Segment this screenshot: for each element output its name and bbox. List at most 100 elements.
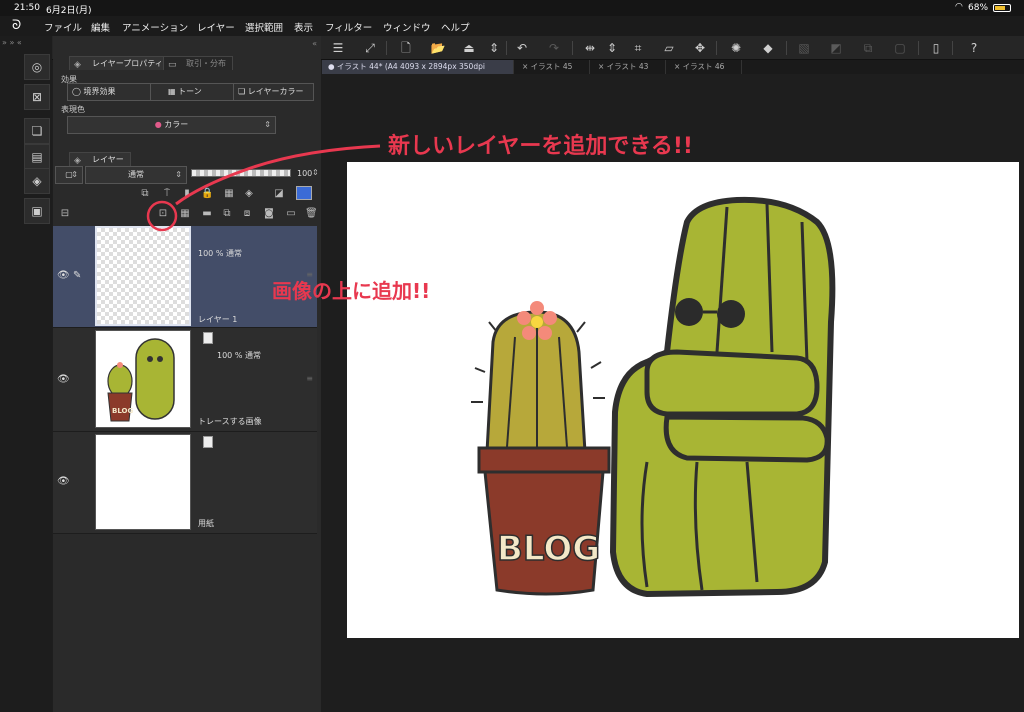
tab-layer[interactable]: ◈ レイヤー xyxy=(69,152,131,166)
doc-tab-active[interactable]: ● イラスト 44* (A4 4093 x 2894px 350dpi 44.0… xyxy=(322,60,514,85)
fit-canvas-icon[interactable]: ⤢ xyxy=(362,40,378,56)
tab-distribution[interactable]: ▭ 取引・分布 xyxy=(163,56,233,70)
layer-mask-icon[interactable]: ◙ xyxy=(263,208,275,220)
pot-text: BLOG xyxy=(497,529,600,569)
move-icon[interactable]: ✥ xyxy=(692,40,708,56)
menu-view[interactable]: 表示 xyxy=(294,20,313,34)
save-panel-icon[interactable]: ▣ xyxy=(24,198,50,224)
cactus-illustration: BLOG xyxy=(471,196,836,597)
redo-icon[interactable]: ↷ xyxy=(546,40,562,56)
open-folder-icon[interactable]: 📂 xyxy=(430,40,446,56)
app-logo-icon[interactable]: ᘐ xyxy=(12,18,28,34)
toolbar-stepper-icon[interactable]: ⇕ xyxy=(486,40,502,56)
status-time: 21:50 xyxy=(14,3,40,13)
doc-tab[interactable]: × イラスト 45 xyxy=(516,60,590,74)
layer-menu-icon[interactable]: ⊟ xyxy=(59,208,71,220)
menu-selection[interactable]: 選択範囲 xyxy=(245,20,283,34)
canvas[interactable]: BLOG xyxy=(347,162,1019,638)
eye-icon[interactable]: 👁 xyxy=(57,374,70,385)
battery-percent: 68% xyxy=(968,3,989,13)
new-folder-icon[interactable]: ▬ xyxy=(201,208,213,220)
apply-mask-icon[interactable]: ▭ xyxy=(285,208,297,220)
draft-icon[interactable]: ▮ xyxy=(181,188,193,200)
delete-layer-icon[interactable]: 🗑 xyxy=(305,208,318,220)
tone-button[interactable]: ▦ トーン xyxy=(168,84,202,100)
clear-icon[interactable]: ▧ xyxy=(796,40,812,56)
doc-tab[interactable]: × イラスト 46 xyxy=(668,60,742,74)
menu-help[interactable]: ヘルプ xyxy=(441,20,470,34)
layer-row-trace-image[interactable]: 👁 BLOG 100 % 通常 トレースする画像 ≡ xyxy=(53,328,317,432)
save-icon[interactable]: ⏏ xyxy=(461,40,477,56)
opacity-stepper-icon[interactable]: ⇕ xyxy=(312,168,319,177)
menu-layer[interactable]: レイヤー xyxy=(197,20,235,34)
doc-tab[interactable]: × イラスト 43 xyxy=(592,60,666,74)
menu-edit[interactable]: 編集 xyxy=(91,20,110,34)
menu-animation[interactable]: アニメーション xyxy=(122,20,188,34)
gradient-icon[interactable]: ◩ xyxy=(828,40,844,56)
new-vector-layer-icon[interactable]: ▦ xyxy=(179,208,191,220)
frame-icon[interactable]: ▢ xyxy=(892,40,908,56)
blend-mode-dropdown[interactable]: 通常 ⇕ xyxy=(85,166,187,184)
layer-merge-icon[interactable]: ⧉ xyxy=(860,40,876,56)
opacity-slider[interactable] xyxy=(191,169,291,177)
menu-window[interactable]: ウィンドウ xyxy=(383,20,431,34)
border-effect-button[interactable]: ◯ 境界効果 xyxy=(72,84,116,100)
lock-transparent-icon[interactable]: ▦ xyxy=(223,188,235,200)
display-color-label: 表現色 xyxy=(61,105,85,114)
loading-icon[interactable]: ✺ xyxy=(728,40,744,56)
hamburger-menu-icon[interactable]: ☰ xyxy=(330,40,346,56)
reference-icon[interactable]: ⍑ xyxy=(161,188,173,200)
layer-panel-icon[interactable]: ◈ xyxy=(24,168,50,194)
copy-layer-icon[interactable]: ⧉ xyxy=(221,208,233,220)
help-icon[interactable]: ? xyxy=(966,40,982,56)
eye-icon[interactable]: 👁 xyxy=(57,270,70,281)
transform-icon[interactable]: ▱ xyxy=(661,40,677,56)
display-color-dropdown[interactable]: ● カラー ⇕ xyxy=(67,116,276,134)
navigator-icon[interactable]: ◎ xyxy=(24,54,50,80)
blend-chevron-icon: ⇕ xyxy=(175,170,182,179)
new-raster-layer-icon[interactable]: ⊡ xyxy=(157,208,169,220)
menu-file[interactable]: ファイル xyxy=(44,20,82,34)
lock-icon[interactable]: 🔒 xyxy=(201,188,213,200)
opacity-value[interactable]: 100 xyxy=(297,169,312,178)
flip-horizontal-icon[interactable]: ⇹ xyxy=(582,40,598,56)
undo-icon[interactable]: ↶ xyxy=(514,40,530,56)
menu-bar: ᘐ ファイル 編集 アニメーション レイヤー 選択範囲 表示 フィルター ウィン… xyxy=(0,16,1024,36)
cactus-thumbnail-icon: BLOG xyxy=(96,331,190,427)
tool-sidebar: » » « ◎ ⊠ ❏ ▤ ◈ ▣ xyxy=(0,36,52,712)
layer-thumbnail: BLOG xyxy=(95,330,191,428)
palette-color-icon[interactable]: ◪ xyxy=(273,188,285,200)
smartphone-icon[interactable]: ▯ xyxy=(928,40,944,56)
layer-info: 100 % 通常 xyxy=(198,249,242,258)
fill-icon[interactable]: ◆ xyxy=(760,40,776,56)
collapse-panel-icon[interactable]: « xyxy=(312,39,317,48)
flip-stepper-icon[interactable]: ⇕ xyxy=(604,40,620,56)
status-bar: 21:50 6月2日(月) ◠ 68% xyxy=(0,0,1024,16)
clip-icon[interactable]: ⧉ xyxy=(139,188,151,200)
layer-name: トレースする画像 xyxy=(198,417,262,426)
merge-down-icon[interactable]: ⧈ xyxy=(241,208,253,220)
color-wheel-icon: ● xyxy=(154,120,162,129)
canvas-area: BLOG xyxy=(322,74,1024,712)
menu-filter[interactable]: フィルター xyxy=(325,20,372,34)
annotation-new-layer: 新しいレイヤーを追加できる!! xyxy=(388,134,693,159)
paper-layer-icon xyxy=(203,436,213,448)
drag-handle-icon[interactable]: ≡ xyxy=(306,374,313,383)
crop-icon[interactable]: ⌗ xyxy=(630,40,646,56)
distribution-tab-icon: ▭ xyxy=(168,60,177,70)
layer-color-icon[interactable] xyxy=(296,186,312,200)
layer-info: 100 % 通常 xyxy=(217,351,261,360)
collapse-icon[interactable]: » » « xyxy=(2,38,22,47)
layer-row-paper[interactable]: 👁 用紙 xyxy=(53,432,317,534)
new-file-icon[interactable]: 🗋 xyxy=(398,40,414,56)
mask-options-icon[interactable]: ◈ xyxy=(243,188,255,200)
layer-property-icon[interactable]: ❏ xyxy=(24,118,50,144)
layer-type-dropdown[interactable]: ▢ ⇕ xyxy=(55,166,83,184)
tab-layer-property[interactable]: ◈ レイヤープロパティ xyxy=(69,56,170,70)
image-panel-icon[interactable]: ▤ xyxy=(24,144,50,170)
image-layer-icon xyxy=(203,332,213,344)
layer-thumbnail xyxy=(95,434,191,530)
eye-icon[interactable]: 👁 xyxy=(57,476,70,487)
sub-tool-icon[interactable]: ⊠ xyxy=(24,84,50,110)
layer-color-button[interactable]: ❏ レイヤーカラー xyxy=(238,84,303,100)
